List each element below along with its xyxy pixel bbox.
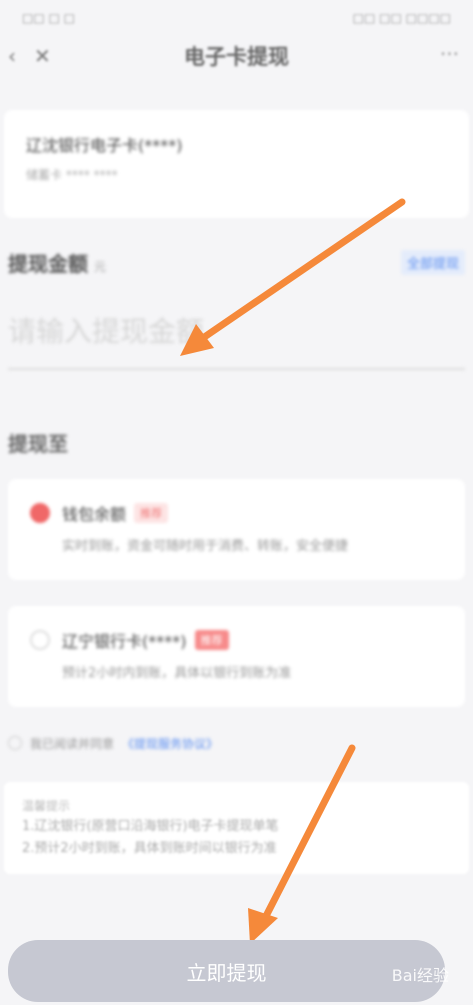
amount-label: 提现金额元 [8, 248, 106, 277]
page-title: 电子卡提现 [184, 45, 289, 69]
more-icon[interactable]: ··· [440, 42, 459, 66]
back-icon[interactable]: ‹ [8, 44, 16, 68]
status-right: □□ □□ □□□□ [352, 11, 451, 25]
option-desc: 实时到账，资金可随时用于消费、转账，安全便捷 [62, 539, 349, 554]
nav-left: ‹ ✕ [8, 44, 51, 68]
watermark-logo: Bai经验 [391, 966, 449, 985]
option-title: 辽宁银行卡(****) 推荐 [62, 628, 443, 652]
option-tag: 推荐 [134, 503, 169, 523]
notice-box: 温馨提示 1.辽沈银行(原营口沿海银行)电子卡提现单笔 2.预计2小时到账，具体… [4, 781, 469, 875]
card-info[interactable]: 辽沈银行电子卡(****) 储蓄卡 **** **** [4, 110, 469, 218]
radio-unchecked-icon[interactable] [30, 629, 50, 650]
amount-label-text: 提现金额 [8, 252, 88, 276]
withdraw-to-section: 提现至 钱包余额 推荐 实时到账，资金可随时用于消费、转账，安全便捷 辽宁银行卡… [0, 370, 473, 707]
option-tag: 推荐 [194, 629, 229, 650]
option-title: 钱包余额 推荐 [62, 501, 443, 525]
withdraw-submit-button[interactable]: 立即提现 [8, 940, 445, 1002]
agree-checkbox[interactable] [8, 736, 22, 751]
amount-input[interactable] [8, 315, 465, 370]
agreement-row: 我已阅读并同意 《提现服务协议》 [0, 707, 473, 752]
close-icon[interactable]: ✕ [34, 44, 51, 68]
amount-head: 提现金额元 全部提现 [8, 248, 465, 277]
status-left: □□ □ □ [22, 11, 75, 25]
card-subtitle: 储蓄卡 **** **** [26, 168, 118, 182]
option-title-text: 钱包余额 [62, 505, 127, 524]
agreement-link[interactable]: 《提现服务协议》 [122, 735, 218, 752]
amount-unit: 元 [94, 260, 107, 274]
withdraw-to-label: 提现至 [8, 432, 68, 456]
nav-bar: ‹ ✕ 电子卡提现 ··· [0, 30, 473, 82]
option-body: 辽宁银行卡(****) 推荐 预计2小时内到账，具体以银行到账为准 [62, 628, 443, 685]
option-body: 钱包余额 推荐 实时到账，资金可随时用于消费、转账，安全便捷 [62, 501, 443, 558]
amount-section: 提现金额元 全部提现 [0, 218, 473, 370]
notice-title: 温馨提示 [22, 798, 71, 813]
option-desc: 预计2小时内到账，具体以银行到账为准 [62, 665, 292, 681]
notice-line: 1.辽沈银行(原营口沿海银行)电子卡提现单笔 [22, 818, 279, 834]
agree-text: 我已阅读并同意 [30, 736, 115, 751]
status-bar: □□ □ □ □□ □□ □□□□ [0, 0, 473, 30]
card-title: 辽沈银行电子卡(****) [26, 136, 183, 155]
withdraw-all-link[interactable]: 全部提现 [400, 250, 465, 275]
option-title-text: 辽宁银行卡(****) [62, 631, 187, 651]
radio-checked-icon[interactable] [30, 503, 50, 523]
option-bank-card[interactable]: 辽宁银行卡(****) 推荐 预计2小时内到账，具体以银行到账为准 [8, 605, 465, 707]
option-wallet[interactable]: 钱包余额 推荐 实时到账，资金可随时用于消费、转账，安全便捷 [8, 479, 465, 580]
notice-line: 2.预计2小时到账，具体到账时间以银行为准 [22, 841, 277, 857]
